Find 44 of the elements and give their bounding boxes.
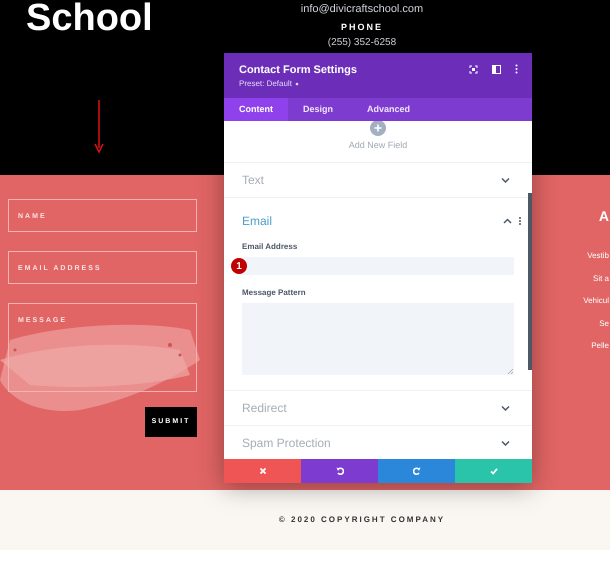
tab[interactable]: Advanced xyxy=(352,98,426,121)
input-field[interactable] xyxy=(242,257,514,275)
copyright-text: © 2020 COPYRIGHT COMPANY xyxy=(278,514,446,526)
list-text: Se xyxy=(599,318,609,329)
scrollbar[interactable] xyxy=(528,193,532,370)
section-title[interactable]: Text xyxy=(242,172,264,188)
phone-text: (255) 352-6258 xyxy=(328,37,396,49)
undo-icon xyxy=(336,467,344,475)
field-label: Email Address xyxy=(242,242,298,252)
save-button[interactable] xyxy=(455,459,532,483)
sidebar-icon xyxy=(492,64,501,74)
field-label: Message Pattern xyxy=(242,288,307,298)
resize-handle-icon xyxy=(508,369,513,374)
more-icon xyxy=(515,64,518,74)
text-area[interactable] xyxy=(242,303,514,375)
preset-selector[interactable]: Preset: Default xyxy=(239,79,292,89)
redo-icon xyxy=(412,467,420,475)
redo-button[interactable] xyxy=(378,459,455,483)
list-text: Vehicul xyxy=(583,296,609,306)
list-text: Vestib xyxy=(587,251,609,261)
phone-label: PHONE xyxy=(340,21,383,33)
chevron-up-icon xyxy=(503,218,512,224)
chevron-down-icon xyxy=(501,440,510,446)
section-title[interactable]: Spam Protection xyxy=(242,435,331,451)
chevron-down-icon xyxy=(501,405,510,411)
annotation-badge: 1 xyxy=(231,258,247,274)
expand-icon xyxy=(469,64,478,74)
add-field-link[interactable]: Add New Field xyxy=(348,139,408,151)
column-heading: A xyxy=(598,207,609,225)
list-text: Pelle xyxy=(591,341,609,352)
chevron-down-icon xyxy=(501,177,510,183)
list-text: Sit a xyxy=(592,274,609,284)
arrow-icon xyxy=(94,100,104,153)
section-title[interactable]: Redirect xyxy=(242,400,287,416)
cancel-button[interactable] xyxy=(224,459,301,483)
panel-title: Contact Form Settings xyxy=(239,63,357,77)
section-title[interactable]: Email xyxy=(242,213,272,229)
check-icon xyxy=(490,467,498,475)
email-text: info@divicraftschool.com xyxy=(300,2,424,17)
tab[interactable]: Content xyxy=(224,98,288,121)
tab[interactable]: Design xyxy=(288,98,348,121)
logo-text: School xyxy=(26,0,153,36)
close-icon xyxy=(258,467,266,475)
undo-button[interactable] xyxy=(301,459,378,483)
